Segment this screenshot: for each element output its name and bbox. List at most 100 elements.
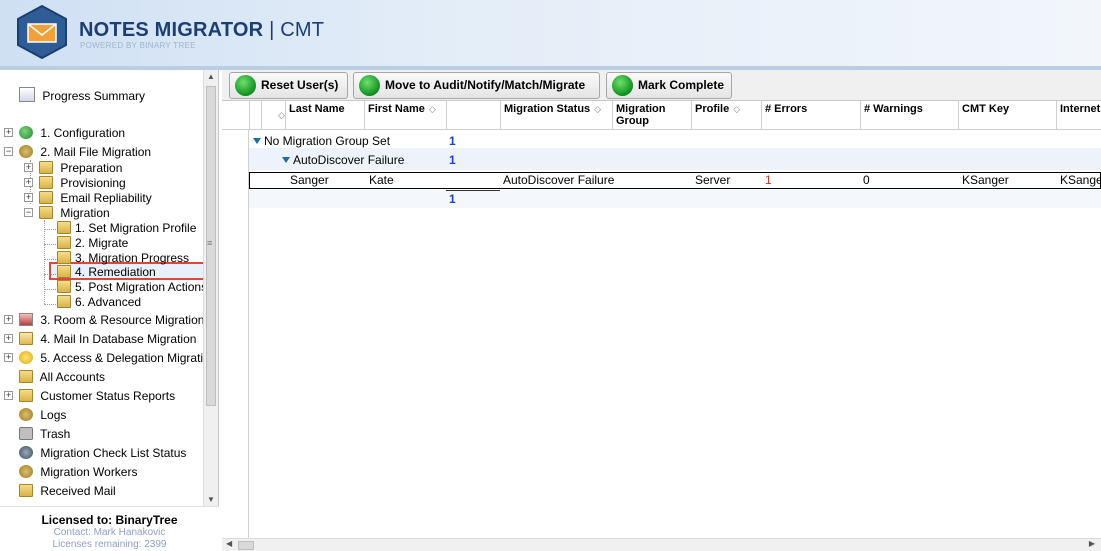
expand-icon[interactable]: + [4,391,13,400]
button-label: Reset User(s) [261,78,339,92]
nav-mail-file-migration[interactable]: 2. Mail File Migration [19,144,151,160]
expand-icon[interactable]: + [24,163,33,172]
nav-customer-status-reports[interactable]: Customer Status Reports [19,388,175,404]
star-icon [19,351,33,364]
checklist-icon [19,446,33,459]
nav-access-delegation-migration[interactable]: 5. Access & Delegation Migrati [19,350,203,366]
collapse-triangle-icon[interactable] [253,138,261,144]
nav-label: All Accounts [39,370,106,384]
nav-label: 5. Post Migration Actions [75,280,208,294]
scroll-thumb[interactable] [238,541,254,550]
collapse-icon[interactable]: − [4,147,13,156]
column-header-internet-address[interactable]: Internet A [1056,101,1101,130]
nav-email-repliability[interactable]: Email Repliability [39,190,152,206]
column-header-warnings[interactable]: # Warnings [860,101,958,130]
nav-remediation[interactable]: 4. Remediation [57,264,156,280]
folder-icon [57,236,71,249]
cell-profile[interactable]: Server [695,172,730,188]
nav-label: Received Mail [40,484,116,498]
column-header-profile[interactable]: Profile ◇ [691,101,761,130]
nav-preparation[interactable]: Preparation [39,160,122,176]
nav-provisioning[interactable]: Provisioning [39,175,126,191]
powered-by: POWERED BY BINARY TREE [80,41,196,50]
nav-label: 3. Room & Resource Migration [40,313,205,327]
license-panel: Licensed to: BinaryTree Contact: Mark Ha… [0,506,219,551]
nav-received-mail[interactable]: Received Mail [19,483,116,499]
nav-mail-in-database-migration[interactable]: 4. Mail In Database Migration [19,331,196,347]
nav-vertical-scrollbar[interactable]: ▲ ≡ ▼ [203,70,218,506]
notes-migrator-logo-icon [17,4,67,60]
column-header-migration-status[interactable]: Migration Status ◇ [500,101,612,130]
nav-advanced[interactable]: 6. Advanced [57,294,141,310]
collapse-triangle-icon[interactable] [282,157,290,163]
scroll-up-icon[interactable]: ▲ [207,72,215,81]
collapse-icon[interactable]: − [24,208,33,217]
column-header-first-name[interactable]: First Name ◇ [364,101,446,130]
cell-warnings[interactable]: 0 [863,172,870,188]
column-label: Internet A [1060,103,1101,115]
nav-configuration[interactable]: 1. Configuration [19,125,125,141]
group-autodiscover-failure[interactable]: AutoDiscover Failure [282,152,404,168]
nav-progress-summary[interactable]: Progress Summary [19,87,145,103]
nav-logs[interactable]: Logs [19,407,66,423]
cell-errors[interactable]: 1 [765,172,772,188]
column-header-last-name[interactable]: Last Name [285,101,364,130]
mark-complete-button[interactable]: Mark Complete [606,72,732,99]
nav-all-accounts[interactable]: All Accounts [19,369,105,385]
nav-label: Provisioning [60,176,126,190]
nav-label: 6. Advanced [75,295,142,309]
column-label: Profile [695,103,730,115]
expand-icon[interactable]: + [24,193,33,202]
nav-migrate[interactable]: 2. Migrate [57,235,128,251]
expand-icon[interactable]: + [4,334,13,343]
cell-first-name[interactable]: Kate [369,172,394,188]
scroll-right-icon[interactable]: ▶ [1089,539,1095,548]
group-no-migration-group[interactable]: No Migration Group Set [253,133,390,149]
scroll-left-icon[interactable]: ◀ [226,539,232,548]
scroll-down-icon[interactable]: ▼ [207,495,215,504]
mail-migration-icon [19,145,33,158]
nav-label: Trash [40,427,71,441]
cell-migration-status[interactable]: AutoDiscover Failure [503,172,614,188]
move-to-audit-button[interactable]: Move to Audit/Notify/Match/Migrate [353,72,600,99]
cell-cmt-key[interactable]: KSanger [962,172,1009,188]
folder-icon [19,370,33,383]
column-label: Migration Status [504,103,591,115]
nav-migration[interactable]: Migration [39,205,110,221]
app-title: NOTES MIGRATOR | CMT [79,19,324,42]
column-header-cmt-key[interactable]: CMT Key [958,101,1056,130]
nav-room-resource-migration[interactable]: 3. Room & Resource Migration [19,312,204,328]
nav-migration-workers[interactable]: Migration Workers [19,464,137,480]
column-label: # Warnings [864,103,923,115]
room-icon [19,313,33,326]
expand-icon[interactable]: + [4,128,13,137]
column-header-migration-group[interactable]: Migration Group [612,101,691,130]
green-circle-icon [359,75,380,96]
expand-icon[interactable]: + [4,315,13,324]
button-label: Move to Audit/Notify/Match/Migrate [385,78,586,92]
report-icon [19,87,35,102]
grid-horizontal-scrollbar[interactable]: ◀ ▶ [222,538,1101,551]
nav-migration-check-list-status[interactable]: Migration Check List Status [19,445,186,461]
column-header-blank[interactable] [446,101,500,130]
nav-post-migration-actions[interactable]: 5. Post Migration Actions [57,279,207,295]
nav-set-migration-profile[interactable]: 1. Set Migration Profile [57,220,196,236]
sort-icon: ◇ [733,104,741,114]
row-gutter [222,130,249,538]
column-header-sort[interactable]: ◇ [261,101,285,130]
column-label: Last Name [289,103,345,115]
folder-icon [57,265,71,278]
expand-icon[interactable]: + [4,353,13,362]
reset-users-button[interactable]: Reset User(s) [229,72,348,99]
nav-label: Migration [60,206,110,220]
cell-last-name[interactable]: Sanger [290,172,329,188]
nav-label: Customer Status Reports [40,389,176,403]
nav-trash[interactable]: Trash [19,426,70,442]
column-header-errors[interactable]: # Errors [761,101,860,130]
expand-icon[interactable]: + [24,178,33,187]
sort-icon: ◇ [594,104,602,114]
folder-icon [39,191,53,204]
group-count: 1 [449,153,456,167]
grid-header: ◇ Last Name First Name ◇ Migration Status… [222,101,1101,130]
cell-internet-address[interactable]: KSange [1060,172,1101,188]
